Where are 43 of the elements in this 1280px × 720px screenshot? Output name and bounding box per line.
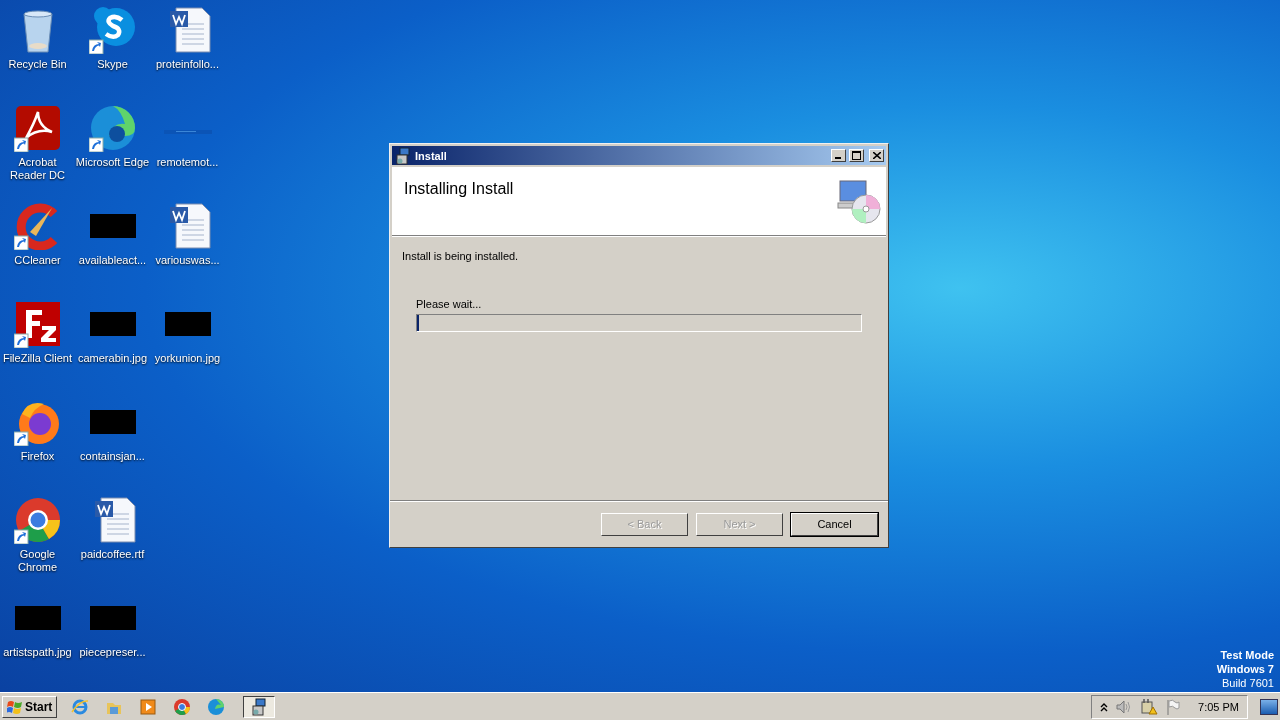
show-desktop-button[interactable] <box>1260 698 1278 715</box>
close-icon <box>872 152 881 159</box>
status-message: Install is being installed. <box>402 250 520 262</box>
os-build-text: Build 7601 <box>1222 676 1274 690</box>
wizard-button[interactable]: Cancel <box>791 512 878 536</box>
icon-label[interactable]: paidcoffee.rtf <box>80 548 145 561</box>
installer-icon <box>250 697 269 716</box>
icon-label[interactable]: containsjan... <box>80 450 145 463</box>
os-build-text: Windows 7 <box>1216 662 1274 676</box>
icon-label[interactable]: FileZilla Client <box>2 352 73 365</box>
maximize-button[interactable] <box>849 149 864 162</box>
network-warning-icon[interactable] <box>1140 698 1159 715</box>
icon-label[interactable]: Google Chrome <box>0 548 75 574</box>
icon-label[interactable]: Acrobat Reader DC <box>0 156 75 182</box>
progress-label: Please wait... <box>416 298 483 310</box>
icon-label[interactable]: artistspath.jpg <box>3 646 72 659</box>
computer-disc-icon <box>836 179 882 225</box>
icon-label[interactable]: proteinfollo... <box>156 58 219 71</box>
os-build-text: Test Mode <box>1220 648 1274 662</box>
windows-logo-icon <box>7 699 23 714</box>
start-button[interactable]: Start <box>2 695 58 718</box>
icon-label[interactable]: CCleaner <box>14 254 61 267</box>
icon-label[interactable]: camerabin.jpg <box>77 352 148 365</box>
speaker-icon[interactable] <box>1116 699 1133 714</box>
icon-label[interactable]: yorkunion.jpg <box>154 352 221 365</box>
minimize-button[interactable] <box>831 149 846 162</box>
icon-label[interactable]: piecepreser... <box>79 646 146 659</box>
icon-label[interactable]: Recycle Bin <box>8 58 67 71</box>
taskbar-button[interactable] <box>243 695 276 718</box>
icon-label[interactable]: Skype <box>97 58 128 71</box>
icon-label[interactable]: variouswas... <box>155 254 220 267</box>
flag-icon[interactable] <box>1166 698 1181 715</box>
chevron-icon[interactable] <box>1100 701 1109 712</box>
clock[interactable]: 7:05 PM <box>1198 700 1239 713</box>
window-title: Install <box>415 149 448 162</box>
icon-label[interactable]: Firefox <box>20 450 55 463</box>
icon-label[interactable]: Microsoft Edge <box>75 156 150 169</box>
close-button[interactable] <box>869 149 884 162</box>
installer-icon <box>394 146 412 165</box>
icon-label[interactable]: remotemot... <box>156 156 219 169</box>
icon-label[interactable]: availableact... <box>78 254 147 267</box>
maximize-icon <box>852 151 861 160</box>
dialog-heading: Installing Install <box>404 180 514 199</box>
